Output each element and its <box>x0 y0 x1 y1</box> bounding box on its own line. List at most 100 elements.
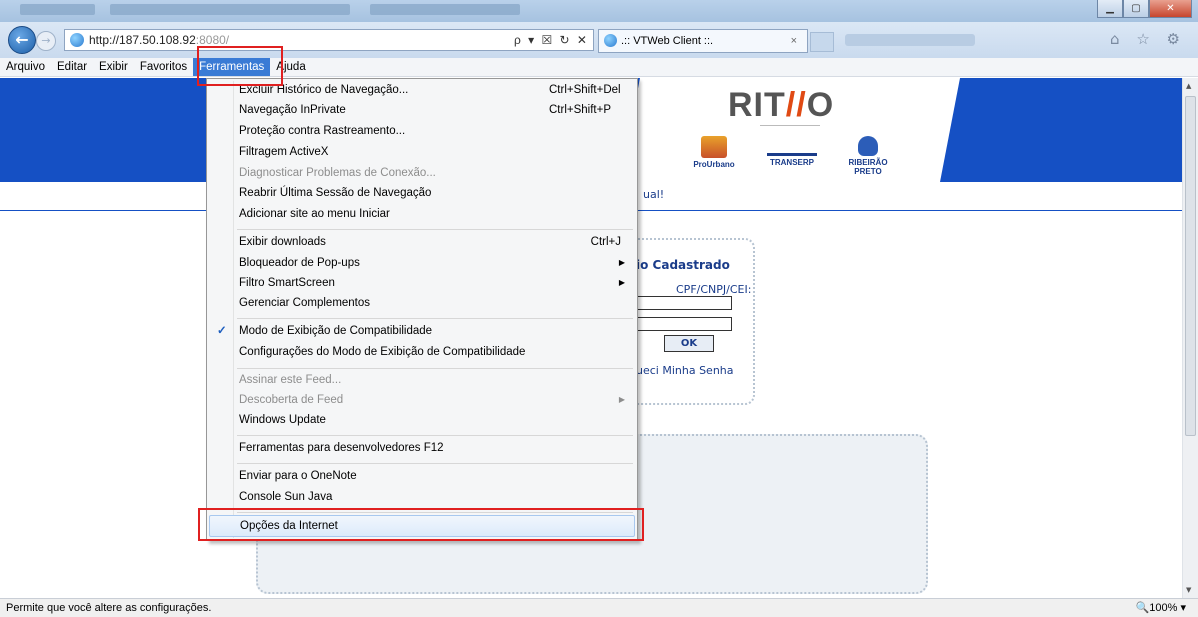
menu-bar: Arquivo Editar Exibir Favoritos Ferramen… <box>0 58 1198 77</box>
menu-item-label: Assinar este Feed... <box>239 374 342 386</box>
menu-item-label: Modo de Exibição de Compatibilidade <box>239 325 433 337</box>
scrollbar-thumb[interactable] <box>1185 96 1196 436</box>
password-input[interactable] <box>636 317 732 331</box>
address-bar[interactable]: http://187.50.108.92:8080/ ρ ▾ ☒ ↻ ✕ <box>64 29 594 51</box>
menu-item-adicionar-site[interactable]: Adicionar site ao menu Iniciar <box>209 204 635 224</box>
menu-item-shortcut: Ctrl+J <box>590 236 621 248</box>
menu-item-label: Windows Update <box>239 414 326 426</box>
blurred-title-segment <box>370 4 520 15</box>
menu-separator <box>237 368 633 369</box>
menu-item-config-compatibilidade[interactable]: Configurações do Modo de Exibição de Com… <box>209 342 635 362</box>
menu-separator <box>237 463 633 464</box>
menu-item-filtragem-activex[interactable]: Filtragem ActiveX <box>209 142 635 162</box>
menu-separator <box>237 435 633 436</box>
menu-item-bloqueador-popups[interactable]: Bloqueador de Pop-ups ▶ <box>209 253 635 273</box>
menu-item-inprivate[interactable]: Navegação InPrivate Ctrl+Shift+P <box>209 100 635 120</box>
blurred-title-segment <box>20 4 95 15</box>
menu-item-label: Filtro SmartScreen <box>239 277 335 289</box>
menu-item-windows-update[interactable]: Windows Update <box>209 410 635 430</box>
menu-item-label: Configurações do Modo de Exibição de Com… <box>239 346 526 358</box>
menu-item-shortcut: Ctrl+Shift+Del <box>549 84 621 96</box>
transerp-icon <box>767 136 817 156</box>
submenu-arrow-icon: ▶ <box>618 278 625 287</box>
close-button[interactable]: ✕ <box>1149 0 1192 18</box>
maximize-button[interactable]: ▢ <box>1123 0 1149 18</box>
menu-item-label: Enviar para o OneNote <box>239 470 357 482</box>
menu-item-label: Console Sun Java <box>239 491 333 503</box>
ribeirao-preto-icon <box>858 136 878 156</box>
menu-item-label: Gerenciar Complementos <box>239 297 371 309</box>
menu-item-assinar-feed: Assinar este Feed... <box>209 370 635 390</box>
menu-item-reabrir-sessao[interactable]: Reabrir Última Sessão de Navegação <box>209 183 635 203</box>
address-controls[interactable]: ρ ▾ ☒ ↻ ✕ <box>514 30 589 50</box>
ok-button[interactable]: OK <box>664 335 714 352</box>
checkmark-icon: ✓ <box>217 325 227 337</box>
zoom-level[interactable]: 🔍100% ▾ <box>1136 599 1186 617</box>
tab-vtweb-client[interactable]: .:: VTWeb Client ::. × <box>598 29 808 53</box>
tab-title: .:: VTWeb Client ::. <box>621 35 714 47</box>
menu-item-label: Bloqueador de Pop-ups <box>239 257 360 269</box>
minimize-button[interactable]: ▁ <box>1097 0 1123 18</box>
menu-separator <box>237 318 633 319</box>
menu-item-ferramentas-desenvolvedores[interactable]: Ferramentas para desenvolvedores F12 <box>209 438 635 458</box>
submenu-arrow-icon: ▶ <box>618 258 625 267</box>
welcome-text: ual! <box>643 188 665 201</box>
menu-separator <box>237 229 633 230</box>
prourbano-logo: ProUrbano <box>688 136 740 172</box>
highlight-box-opcoes-internet <box>198 508 644 541</box>
scroll-up-icon[interactable]: ▲ <box>1186 82 1191 90</box>
menu-item-label: Adicionar site ao menu Iniciar <box>239 208 390 220</box>
login-title: io Cadastrado <box>636 258 730 272</box>
vertical-scrollbar[interactable]: ▲ ▼ <box>1182 78 1198 598</box>
menu-item-label: Filtragem ActiveX <box>239 146 329 158</box>
forward-button[interactable]: → <box>36 31 56 51</box>
menu-item-label: Reabrir Última Sessão de Navegação <box>239 187 432 199</box>
menu-item-console-sun-java[interactable]: Console Sun Java <box>209 487 635 507</box>
menu-arquivo[interactable]: Arquivo <box>0 58 51 76</box>
url-host: http://187.50.108.92 <box>89 33 196 47</box>
scroll-down-icon[interactable]: ▼ <box>1186 586 1191 594</box>
menu-item-label: Diagnosticar Problemas de Conexão... <box>239 167 436 179</box>
menu-item-descoberta-feed: Descoberta de Feed ▶ <box>209 390 635 410</box>
partner-label: TRANSERP <box>769 158 814 167</box>
menu-item-protecao-rastreamento[interactable]: Proteção contra Rastreamento... <box>209 121 635 141</box>
prourbano-icon <box>701 136 727 158</box>
ie-tab-icon <box>604 34 617 47</box>
menu-item-label: Descoberta de Feed <box>239 394 344 406</box>
ritmo-logo: RIT//O <box>728 86 834 125</box>
menu-item-gerenciar-complementos[interactable]: Gerenciar Complementos <box>209 293 635 313</box>
menu-exibir[interactable]: Exibir <box>93 58 134 76</box>
menu-item-diagnosticar: Diagnosticar Problemas de Conexão... <box>209 163 635 183</box>
menu-item-shortcut: Ctrl+Shift+P <box>549 104 611 116</box>
menu-editar[interactable]: Editar <box>51 58 93 76</box>
ferramentas-menu: Excluir Histórico de Navegação... Ctrl+S… <box>206 78 638 541</box>
transerp-logo: TRANSERP <box>762 136 822 172</box>
highlight-box-ferramentas <box>197 46 283 86</box>
back-button[interactable]: ← <box>8 26 36 54</box>
window-title-bar: ▁ ▢ ✕ <box>0 0 1198 22</box>
home-favorites-tools-icons[interactable]: ⌂ ☆ ⚙ <box>1110 30 1186 48</box>
tab-close-icon[interactable]: × <box>791 30 797 52</box>
ribeirao-preto-logo: RIBEIRÃO PRETO <box>838 136 898 176</box>
blurred-tab <box>845 34 975 46</box>
menu-item-modo-compatibilidade[interactable]: ✓ Modo de Exibição de Compatibilidade <box>209 321 635 341</box>
new-tab-button[interactable] <box>810 32 834 52</box>
cpf-input[interactable] <box>636 296 732 310</box>
menu-item-label: Navegação InPrivate <box>239 104 346 116</box>
ie-page-icon <box>70 33 84 47</box>
status-text: Permite que você altere as configurações… <box>6 602 212 614</box>
logo-right: O <box>806 86 835 124</box>
url-port: :8080/ <box>195 33 230 47</box>
menu-item-label: Exibir downloads <box>239 236 326 248</box>
blurred-title-segment <box>110 4 350 15</box>
forgot-password-link[interactable]: ueci Minha Senha <box>636 364 734 377</box>
menu-item-enviar-onenote[interactable]: Enviar para o OneNote <box>209 466 635 486</box>
menu-item-label: Ferramentas para desenvolvedores F12 <box>239 442 444 454</box>
menu-favoritos[interactable]: Favoritos <box>134 58 193 76</box>
status-bar: Permite que você altere as configurações… <box>0 598 1198 617</box>
logo-left: RIT <box>728 86 786 124</box>
navigation-bar: ← → http://187.50.108.92:8080/ ρ ▾ ☒ ↻ ✕… <box>0 22 1198 58</box>
menu-item-label: Proteção contra Rastreamento... <box>239 125 406 137</box>
menu-item-filtro-smartscreen[interactable]: Filtro SmartScreen ▶ <box>209 273 635 293</box>
menu-item-exibir-downloads[interactable]: Exibir downloads Ctrl+J <box>209 232 635 252</box>
